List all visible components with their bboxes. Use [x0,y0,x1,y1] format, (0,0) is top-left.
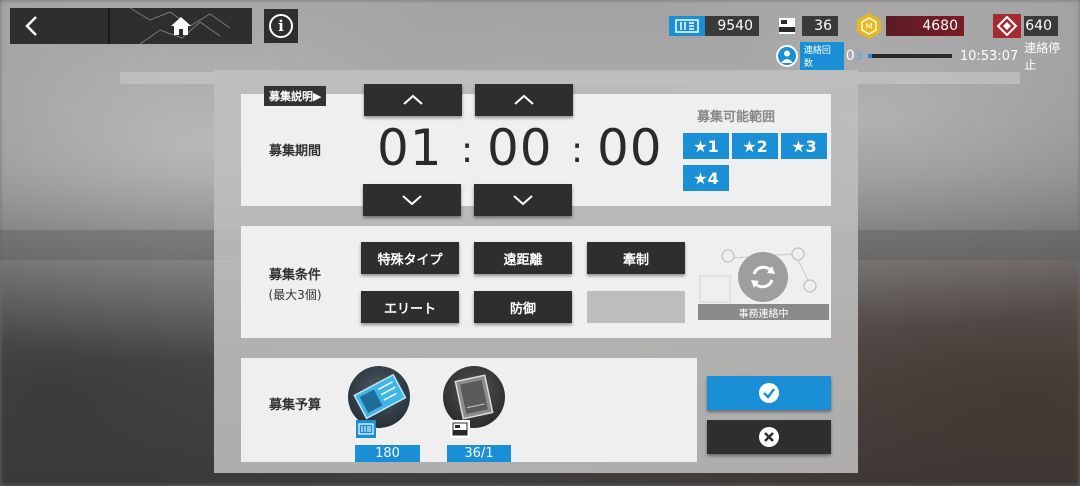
confirm-recruit-button[interactable] [707,376,831,410]
rarity-star-2: ★2 [732,133,778,159]
hours-up-button[interactable] [364,84,462,116]
tag-defense[interactable]: 防御 [474,291,572,323]
contact-avatar-icon [776,45,798,67]
recruitment-permit-ticket-icon [353,373,407,420]
info-button[interactable]: i [264,9,298,43]
minutes-value: 00 [487,119,553,177]
cancel-recruit-button[interactable] [707,420,831,454]
contact-status-bar: 連絡回数 0 3 10:53:07 連絡停止 [776,41,1072,72]
time-separator: : [461,130,474,171]
tag-crowd-control[interactable]: 牽制 [587,242,685,274]
contact-count-max: 3 [854,49,863,63]
contact-count: 0 [845,48,855,64]
recruit-budget-section: 募集予算 180 36/1 [241,358,697,462]
time-separator: : [571,130,584,171]
orundum-icon [990,14,1024,38]
recruitment-permit-badge-icon [450,420,470,438]
recruit-tags-label-line1: 募集条件 [268,268,321,283]
recruit-time-section: 募集説明▶ 募集期間 01 : 00 : 00 募集可能範囲 ★1 ★2 ★3 … [241,84,831,216]
rarity-range-title: 募集可能範囲 [697,110,776,125]
minutes-down-button[interactable] [474,184,572,216]
check-icon [759,383,779,403]
seconds-value: 00 [597,119,663,177]
hours-value: 01 [377,119,443,177]
hr-status-label: 事務連絡中 [698,304,829,320]
close-icon [759,427,779,447]
originite-badge-icon [356,420,376,438]
recruit-permit-counter: 36 [772,16,838,36]
rarity-star-3: ★3 [781,133,827,159]
minutes-up-button[interactable] [475,84,573,116]
svg-text:M: M [866,22,873,31]
permit-cost-qty: 180 [355,445,420,462]
plan-cost-qty: 36/1 [447,445,511,462]
tag-elite[interactable]: エリート [361,291,459,323]
contact-timer: 10:53:07 [959,48,1019,64]
recruitment-permit-icon [772,16,802,36]
recruit-panel: 募集説明▶ 募集期間 01 : 00 : 00 募集可能範囲 ★1 ★2 ★3 … [214,70,858,473]
lmd-coin-icon: M [852,13,886,39]
back-arrow-icon [25,16,37,36]
tag-ranged[interactable]: 遠距離 [474,242,572,274]
chevron-up-icon [514,94,534,105]
hr-refresh-icon [738,252,788,302]
hours-down-button[interactable] [363,184,461,216]
recruit-tags-section: 募集条件 (最大3個) 特殊タイプ 遠距離 牽制 エリート 防御 事務連絡中 [241,226,831,338]
lmd-counter: M 4680 [852,13,964,39]
contact-progress-track [868,54,952,58]
top-nav [10,8,252,44]
recruit-permit-value: 36 [802,16,838,36]
info-icon: i [269,14,293,38]
originite-value: 9540 [705,16,759,36]
recruitment-plan-card-icon [454,374,494,420]
recruit-time-label: 募集期間 [268,144,321,159]
rarity-star-4: ★4 [683,165,729,191]
home-button[interactable] [110,8,252,44]
contact-stop-label: 連絡停止 [1024,41,1061,72]
originite-counter[interactable]: 9540 [669,16,759,36]
recruitment-permit-item [348,366,410,428]
contact-progress-fill [868,54,873,58]
recruit-budget-label: 募集予算 [268,398,321,413]
back-button[interactable] [10,8,110,44]
chevron-down-icon [402,195,422,206]
recruitment-plan-item [443,366,505,428]
tag-empty-slot [587,291,685,323]
recruit-tags-label-line2: (最大3個) [268,287,322,302]
chevron-up-icon [403,94,423,105]
orundum-value: 640 [1024,16,1058,36]
chevron-down-icon [513,195,533,206]
rarity-star-1: ★1 [683,133,729,159]
contact-count-label: 連絡回数 [799,42,844,70]
lmd-value: 4680 [886,16,964,36]
originite-prime-icon [669,16,705,36]
recruit-tags-label: 募集条件 (最大3個) [255,266,335,304]
recruit-explain-button[interactable]: 募集説明▶ [264,86,327,106]
tag-special[interactable]: 特殊タイプ [361,242,459,274]
network-pattern-icon [129,8,231,44]
orundum-counter: 640 [990,14,1058,38]
